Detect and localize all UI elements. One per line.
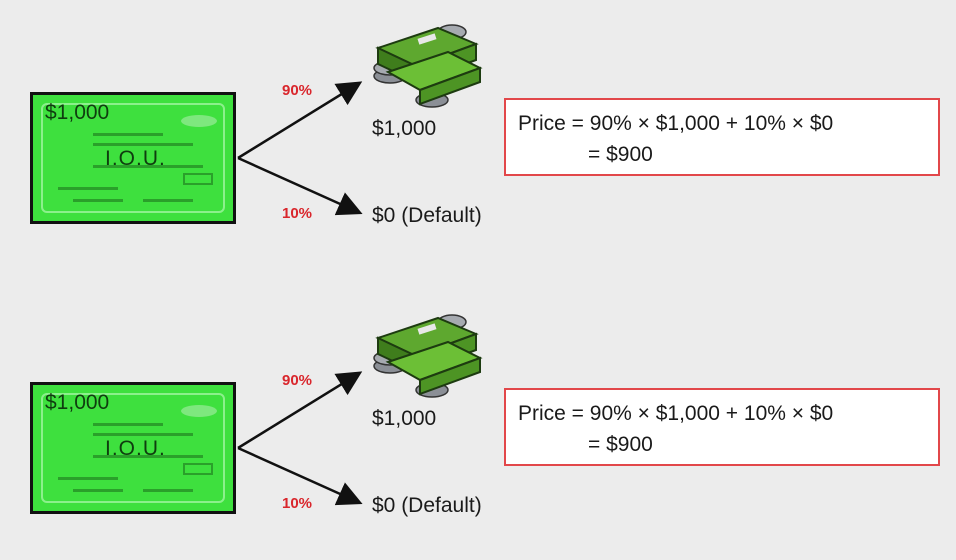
price-formula-box: Price = 90% × $1,000 + 10% × $0 = $900 [504, 388, 940, 466]
outcome-repaid: $1,000 [372, 407, 437, 430]
probability-up: 90% [282, 82, 313, 99]
money-stack-icon [373, 24, 483, 108]
arrow-down [237, 446, 363, 506]
pricing-row-2: $1,000 I.O.U. 90% 10% $1,000 $0 (Default… [0, 290, 956, 560]
formula-line-2: = $900 [588, 433, 653, 456]
probability-down: 10% [282, 205, 313, 222]
probability-up: 90% [282, 372, 313, 389]
formula-line-1: Price = 90% × $1,000 + 10% × $0 [518, 402, 834, 425]
outcome-repaid: $1,000 [372, 117, 437, 140]
price-formula-box: Price = 90% × $1,000 + 10% × $0 = $900 [504, 98, 940, 176]
formula-line-1: Price = 90% × $1,000 + 10% × $0 [518, 112, 834, 135]
outcome-default: $0 (Default) [372, 494, 482, 517]
formula-line-2: = $900 [588, 143, 653, 166]
pricing-row-1: $1,000 I.O.U. 90% 10% $1,000 $0 (Default… [0, 0, 956, 270]
probability-down: 10% [282, 495, 313, 512]
arrow-down [237, 156, 363, 216]
money-stack-icon [373, 314, 483, 398]
outcome-default: $0 (Default) [372, 204, 482, 227]
